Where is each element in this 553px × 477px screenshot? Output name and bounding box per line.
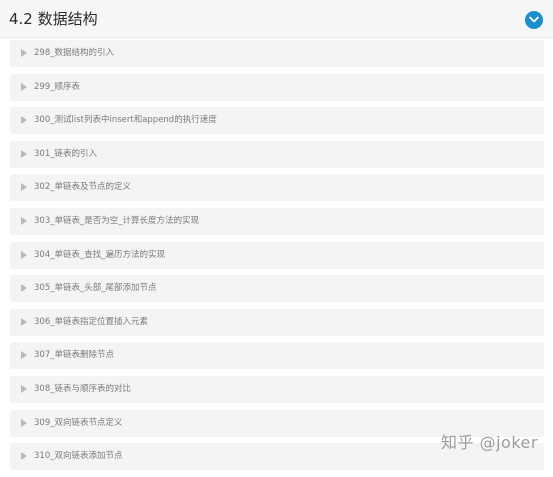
lesson-label: 308_链表与顺序表的对比 xyxy=(34,383,131,394)
lesson-label: 306_单链表指定位置插入元素 xyxy=(34,316,148,327)
lesson-item[interactable]: 306_单链表指定位置插入元素 xyxy=(10,308,544,336)
play-icon xyxy=(21,183,27,192)
lesson-label: 305_单链表_头部_尾部添加节点 xyxy=(34,283,157,294)
section-header: 4.2 数据结构 xyxy=(0,0,553,38)
play-icon xyxy=(21,384,27,393)
watermark: 知乎 @joker xyxy=(441,433,538,452)
lesson-label: 310_双向链表添加节点 xyxy=(34,451,123,462)
lesson-label: 299_顺序表 xyxy=(34,81,80,92)
lesson-item[interactable]: 300_测试list列表中insert和append的执行速度 xyxy=(10,107,544,135)
lesson-item[interactable]: 307_单链表删除节点 xyxy=(10,342,544,370)
play-icon xyxy=(21,82,27,91)
play-icon xyxy=(21,351,27,360)
play-icon xyxy=(21,149,27,158)
lesson-label: 309_双向链表节点定义 xyxy=(34,417,123,428)
lesson-item[interactable]: 304_单链表_查找_遍历方法的实现 xyxy=(10,241,544,269)
lesson-item[interactable]: 303_单链表_是否为空_计算长度方法的实现 xyxy=(10,207,544,235)
lesson-item[interactable]: 299_顺序表 xyxy=(10,73,544,101)
lesson-label: 303_单链表_是否为空_计算长度方法的实现 xyxy=(34,215,199,226)
chevron-down-icon xyxy=(529,16,539,23)
play-icon xyxy=(21,452,27,461)
lesson-item[interactable]: 302_单链表及节点的定义 xyxy=(10,174,544,202)
lesson-item[interactable]: 301_链表的引入 xyxy=(10,140,544,168)
lesson-list: 298_数据结构的引入 299_顺序表 300_测试list列表中insert和… xyxy=(10,40,544,477)
lesson-label: 300_测试list列表中insert和append的执行速度 xyxy=(34,115,217,126)
lesson-item[interactable]: 308_链表与顺序表的对比 xyxy=(10,375,544,403)
lesson-label: 298_数据结构的引入 xyxy=(34,48,114,58)
lesson-label: 307_单链表删除节点 xyxy=(34,350,114,361)
lesson-item[interactable]: 298_数据结构的引入 xyxy=(10,40,544,67)
play-icon xyxy=(21,317,27,326)
play-icon xyxy=(21,284,27,293)
section-title: 4.2 数据结构 xyxy=(9,10,98,28)
lesson-label: 301_链表的引入 xyxy=(34,148,97,159)
lesson-label: 302_单链表及节点的定义 xyxy=(34,182,131,193)
play-icon xyxy=(21,250,27,259)
play-icon xyxy=(21,216,27,225)
lesson-item[interactable]: 305_单链表_头部_尾部添加节点 xyxy=(10,275,544,303)
play-icon xyxy=(21,418,27,427)
collapse-toggle-button[interactable] xyxy=(525,11,543,29)
lesson-label: 304_单链表_查找_遍历方法的实现 xyxy=(34,249,165,260)
play-icon xyxy=(21,49,27,57)
play-icon xyxy=(21,116,27,125)
